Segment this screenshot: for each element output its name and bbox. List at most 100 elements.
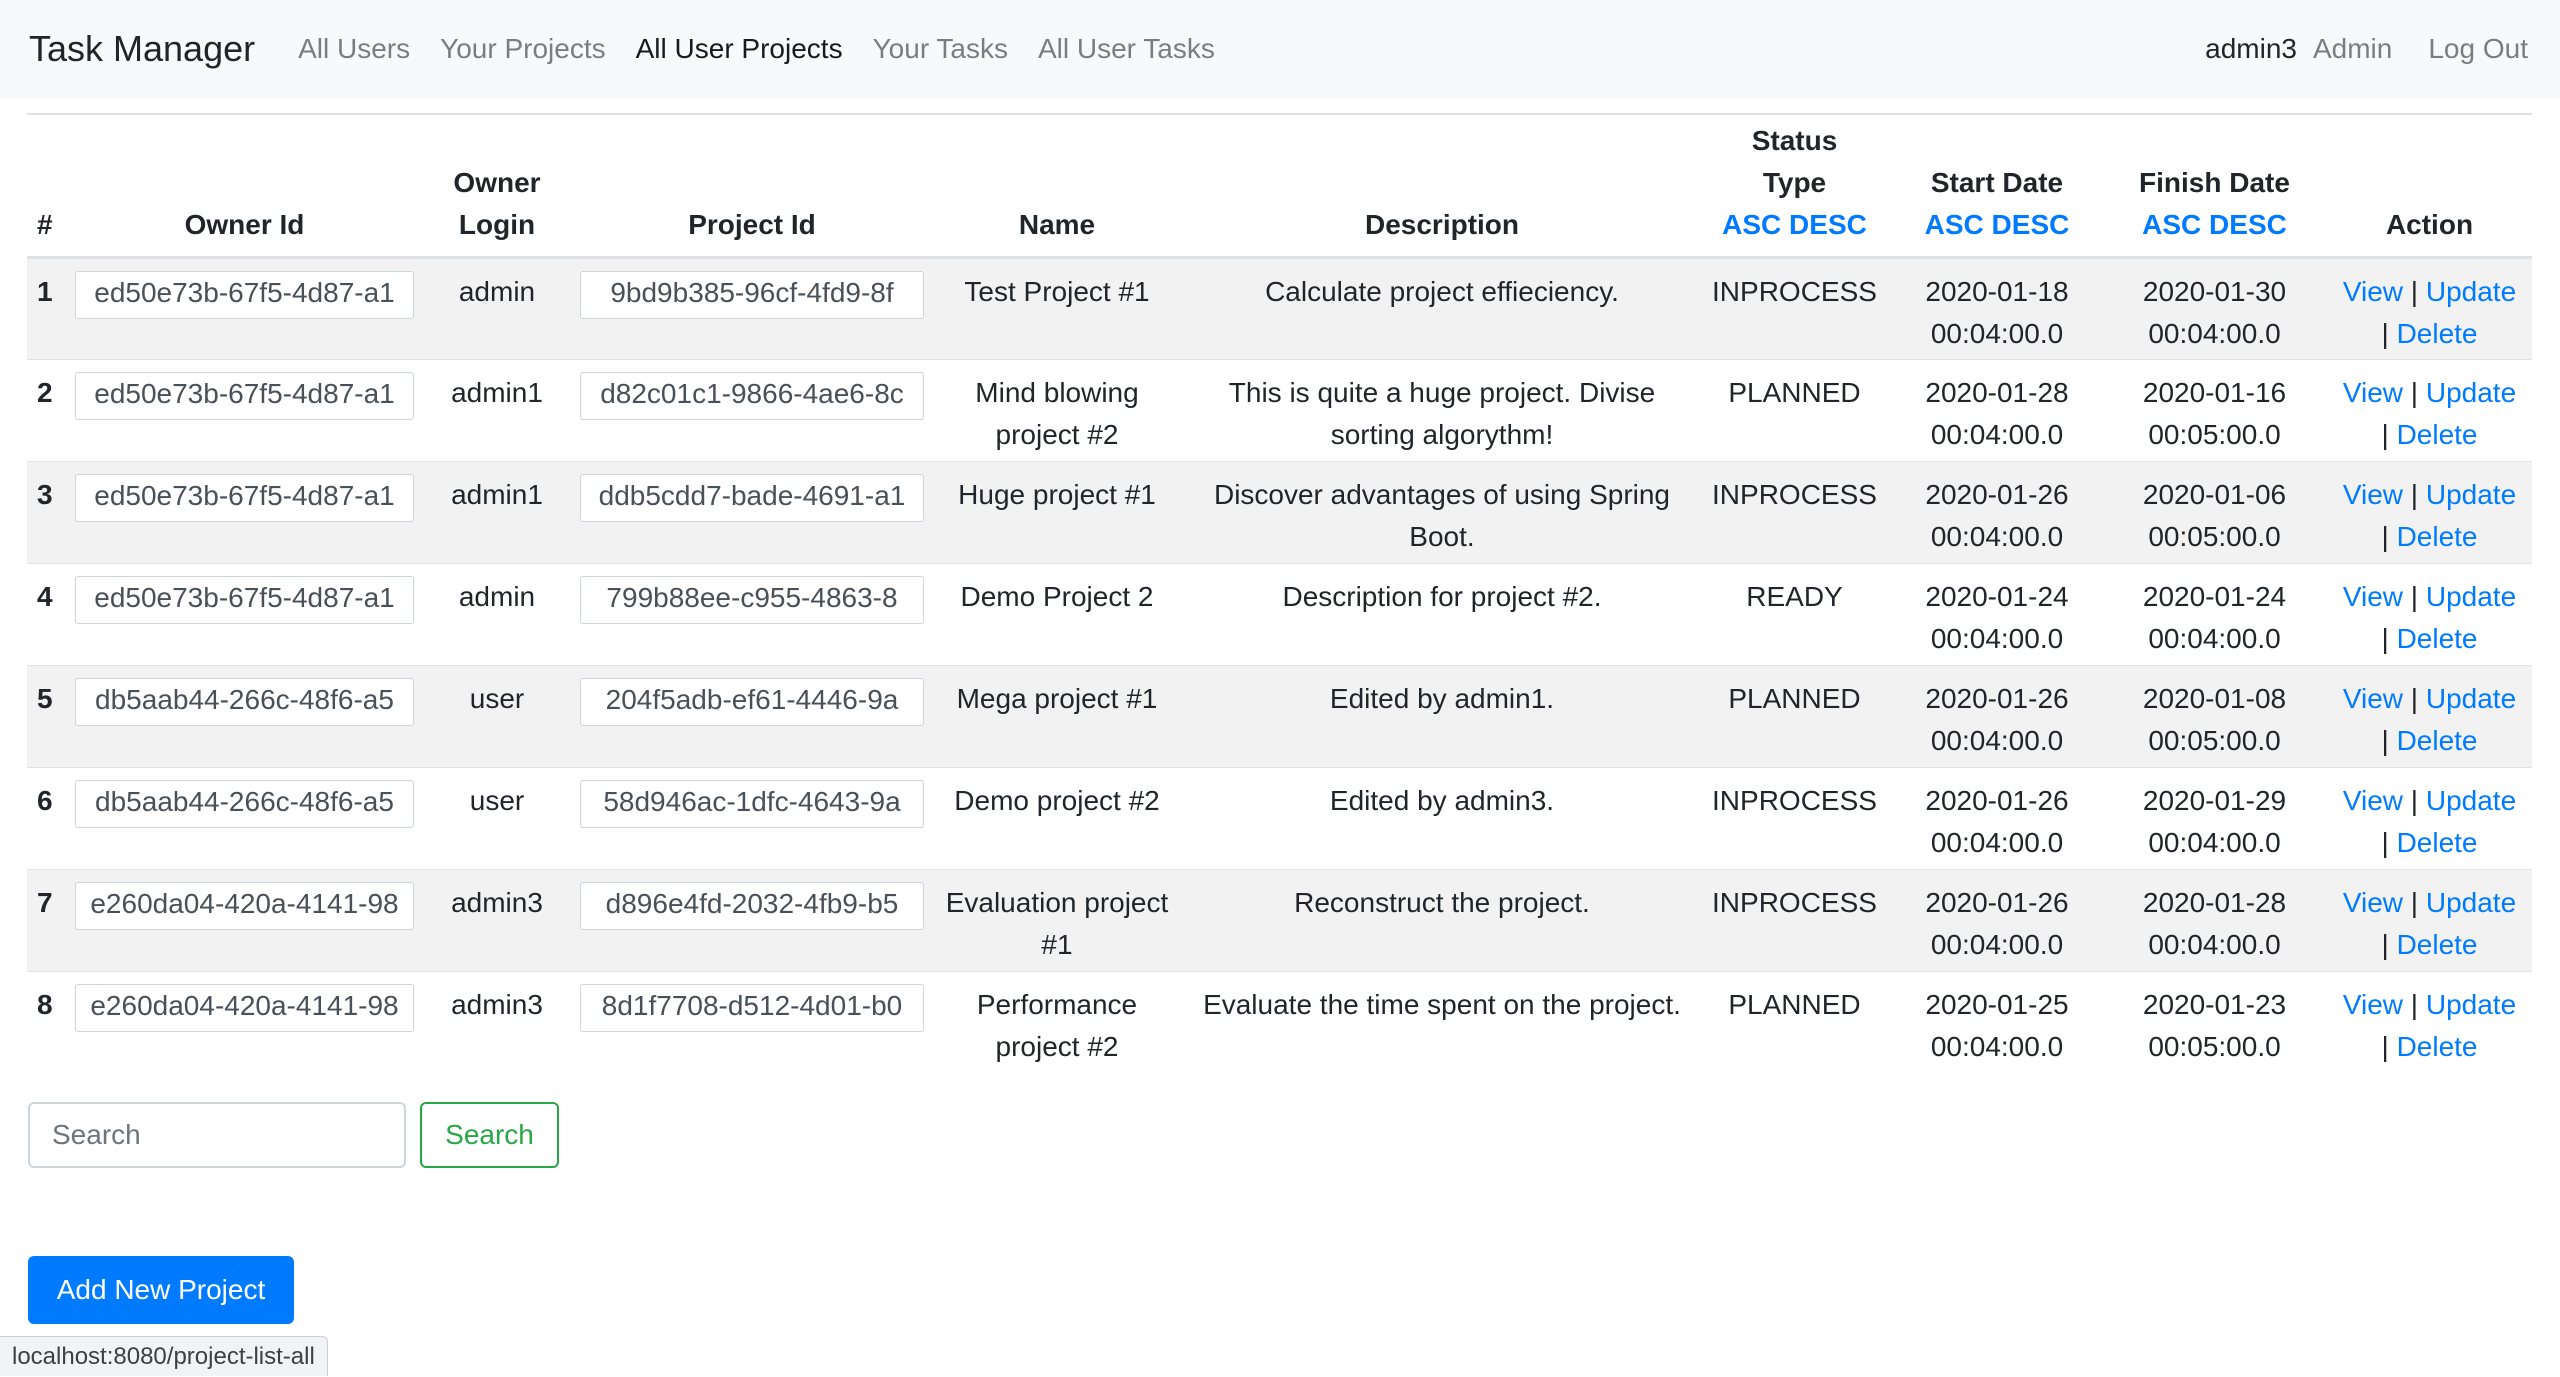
update-link[interactable]: Update <box>2426 276 2516 307</box>
status-cell: INPROCESS <box>1712 784 1877 816</box>
start-date-cell: 2020-01-18 00:04:00.0 <box>1925 275 2069 349</box>
action-separator: | <box>2381 418 2389 450</box>
action-separator: | <box>2410 376 2419 408</box>
status-cell: PLANNED <box>1728 682 1861 714</box>
update-link[interactable]: Update <box>2426 785 2516 816</box>
description-cell: Edited by admin3. <box>1329 784 1555 816</box>
delete-link[interactable]: Delete <box>2397 1031 2478 1062</box>
start-date-sort-asc[interactable]: ASC <box>1925 209 1984 240</box>
table-row: 8 e260da04-420a-4141-98 admin3 8d1f7708-d51… <box>27 971 2532 1073</box>
row-number: 2 <box>37 376 53 408</box>
finish-date-cell: 2020-01-08 00:05:00.0 <box>2142 682 2287 756</box>
action-separator: | <box>2381 928 2389 960</box>
add-new-project-button[interactable]: Add New Project <box>28 1256 294 1324</box>
project-id-cell: 204f5adb-ef61-4446-9a <box>577 665 927 767</box>
project-id-field[interactable]: 9bd9b385-96cf-4fd9-8f <box>580 270 924 319</box>
view-link[interactable]: View <box>2343 785 2403 816</box>
status-sort-desc[interactable]: DESC <box>1789 209 1867 240</box>
owner-id-field[interactable]: db5aab44-266c-48f6-a5 <box>75 677 414 726</box>
view-link[interactable]: View <box>2343 581 2403 612</box>
owner-id-field[interactable]: e260da04-420a-4141-98 <box>75 881 414 930</box>
nav-all-user-projects[interactable]: All User Projects <box>636 33 843 65</box>
project-id-cell: 9bd9b385-96cf-4fd9-8f <box>577 257 927 359</box>
delete-link[interactable]: Delete <box>2397 725 2478 756</box>
project-id-field[interactable]: 204f5adb-ef61-4446-9a <box>580 677 924 726</box>
start-date-sort-desc[interactable]: DESC <box>1992 209 2070 240</box>
table-row: 1 ed50e73b-67f5-4d87-a1 admin 9bd9b385-96cf… <box>27 257 2532 359</box>
row-number: 7 <box>37 886 53 918</box>
owner-id-field[interactable]: e260da04-420a-4141-98 <box>75 983 414 1032</box>
project-name-cell: Huge project #1 <box>958 478 1156 510</box>
delete-link[interactable]: Delete <box>2397 318 2478 349</box>
owner-id-cell: db5aab44-266c-48f6-a5 <box>72 767 417 869</box>
owner-login-cell: admin <box>458 580 536 612</box>
project-name-cell: Demo Project 2 <box>960 580 1154 612</box>
update-link[interactable]: Update <box>2426 479 2516 510</box>
project-name-cell: Performance project #2 <box>976 988 1138 1062</box>
header-owner-login: Owner Login <box>417 114 577 259</box>
project-id-field[interactable]: 58d946ac-1dfc-4643-9a <box>580 779 924 828</box>
nav-your-tasks[interactable]: Your Tasks <box>873 33 1008 65</box>
project-id-field[interactable]: ddb5cdd7-bade-4691-a1 <box>580 473 924 522</box>
project-id-field[interactable]: d82c01c1-9866-4ae6-8c <box>580 371 924 420</box>
project-name-cell: Evaluation project #1 <box>945 886 1169 960</box>
start-date-cell: 2020-01-25 00:04:00.0 <box>1925 988 2069 1062</box>
nav-all-user-tasks[interactable]: All User Tasks <box>1038 33 1215 65</box>
owner-id-cell: e260da04-420a-4141-98 <box>72 971 417 1073</box>
view-link[interactable]: View <box>2343 377 2403 408</box>
delete-link[interactable]: Delete <box>2397 929 2478 960</box>
action-cell: View | Update | Delete <box>2327 461 2532 563</box>
owner-id-field[interactable]: ed50e73b-67f5-4d87-a1 <box>75 575 414 624</box>
view-link[interactable]: View <box>2343 683 2403 714</box>
project-id-field[interactable]: 799b88ee-c955-4863-8 <box>580 575 924 624</box>
header-start-date: Start Date ASC DESC <box>1892 114 2102 259</box>
delete-link[interactable]: Delete <box>2397 521 2478 552</box>
action-separator: | <box>2381 317 2389 349</box>
update-link[interactable]: Update <box>2426 989 2516 1020</box>
owner-id-field[interactable]: ed50e73b-67f5-4d87-a1 <box>75 371 414 420</box>
delete-link[interactable]: Delete <box>2397 419 2478 450</box>
delete-link[interactable]: Delete <box>2397 623 2478 654</box>
owner-login-cell: user <box>469 784 525 816</box>
row-number: 8 <box>37 988 53 1020</box>
view-link[interactable]: View <box>2343 989 2403 1020</box>
update-link[interactable]: Update <box>2426 581 2516 612</box>
delete-link[interactable]: Delete <box>2397 827 2478 858</box>
description-cell: Edited by admin1. <box>1329 682 1555 714</box>
project-id-field[interactable]: 8d1f7708-d512-4d01-b0 <box>580 983 924 1032</box>
update-link[interactable]: Update <box>2426 887 2516 918</box>
view-link[interactable]: View <box>2343 276 2403 307</box>
action-separator: | <box>2381 1030 2389 1062</box>
view-link[interactable]: View <box>2343 479 2403 510</box>
project-id-field[interactable]: d896e4fd-2032-4fb9-b5 <box>580 881 924 930</box>
action-separator: | <box>2410 275 2419 307</box>
admin-link[interactable]: Admin <box>2313 33 2392 65</box>
finish-date-sort-asc[interactable]: ASC <box>2142 209 2201 240</box>
owner-id-field[interactable]: ed50e73b-67f5-4d87-a1 <box>75 270 414 319</box>
finish-date-cell: 2020-01-24 00:04:00.0 <box>2142 580 2287 654</box>
brand-title[interactable]: Task Manager <box>29 28 255 70</box>
nav-all-users[interactable]: All Users <box>298 33 410 65</box>
owner-id-field[interactable]: ed50e73b-67f5-4d87-a1 <box>75 473 414 522</box>
projects-table: # Owner Id Owner Login Project Id Name De… <box>27 113 2532 1073</box>
owner-login-cell: admin3 <box>451 988 543 1020</box>
owner-id-field[interactable]: db5aab44-266c-48f6-a5 <box>75 779 414 828</box>
project-id-cell: d82c01c1-9866-4ae6-8c <box>577 359 927 461</box>
logout-link[interactable]: Log Out <box>2428 33 2528 65</box>
view-link[interactable]: View <box>2343 887 2403 918</box>
update-link[interactable]: Update <box>2426 377 2516 408</box>
update-link[interactable]: Update <box>2426 683 2516 714</box>
start-date-cell: 2020-01-26 00:04:00.0 <box>1925 682 2069 756</box>
project-name-cell: Test Project #1 <box>964 275 1150 307</box>
finish-date-sort-desc[interactable]: DESC <box>2209 209 2287 240</box>
projects-table-container: # Owner Id Owner Login Project Id Name De… <box>27 113 2532 1073</box>
row-number: 5 <box>37 682 53 714</box>
search-input[interactable] <box>28 1102 406 1168</box>
owner-login-cell: admin1 <box>451 478 543 510</box>
user-nav: admin3 Admin Log Out <box>2205 0 2528 98</box>
status-sort-asc[interactable]: ASC <box>1722 209 1781 240</box>
search-button[interactable]: Search <box>420 1102 559 1168</box>
action-separator: | <box>2410 886 2419 918</box>
table-row: 6 db5aab44-266c-48f6-a5 user 58d946ac-1dfc-… <box>27 767 2532 869</box>
nav-your-projects[interactable]: Your Projects <box>440 33 606 65</box>
